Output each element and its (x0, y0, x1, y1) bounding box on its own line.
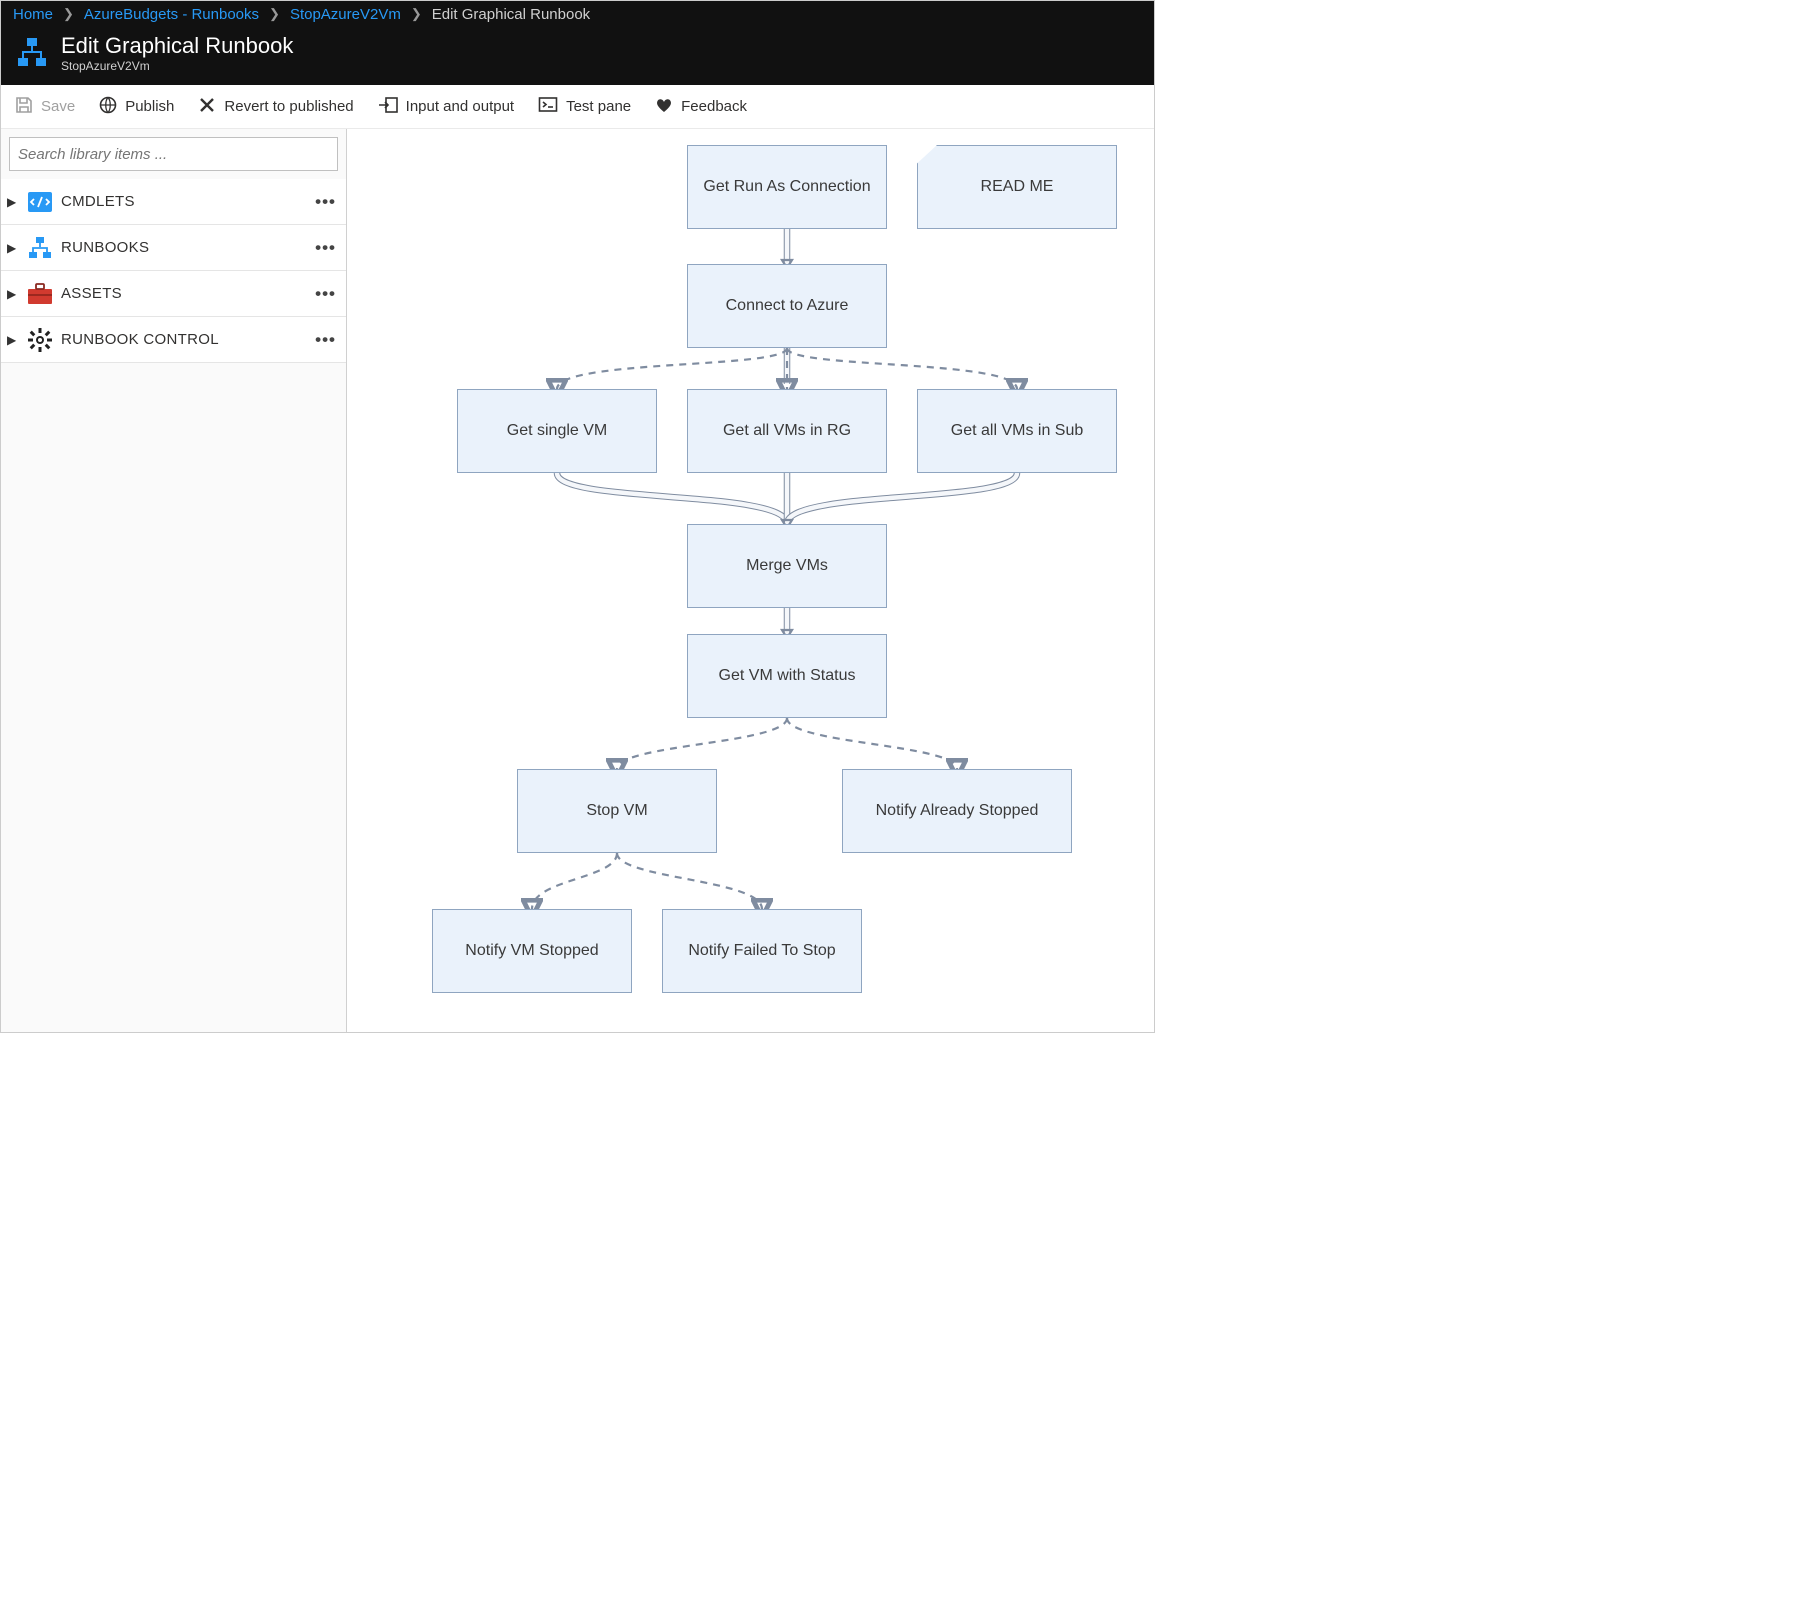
test-pane-button[interactable]: Test pane (538, 96, 631, 118)
sidebar-item-label: RUNBOOK CONTROL (61, 331, 307, 348)
page-title: Edit Graphical Runbook (61, 33, 293, 59)
cmdlets-icon (27, 189, 53, 215)
node-get-all-vms-sub[interactable]: Get all VMs in Sub (917, 389, 1117, 473)
toolbar: Save Publish Revert to published Input a… (1, 85, 1154, 129)
node-merge-vms[interactable]: Merge VMs (687, 524, 887, 608)
sidebar-item-runbook-control[interactable]: ▶ RUNBOOK CONTROL ••• (1, 317, 346, 363)
node-notify-failed-to-stop[interactable]: Notify Failed To Stop (662, 909, 862, 993)
search-input[interactable] (9, 137, 338, 171)
node-readme[interactable]: READ ME (917, 145, 1117, 229)
title-block: Edit Graphical Runbook StopAzureV2Vm (61, 33, 293, 73)
close-icon (198, 96, 216, 118)
chevron-right-icon: ❯ (411, 6, 422, 22)
node-get-vm-with-status[interactable]: Get VM with Status (687, 634, 887, 718)
app-root: Home ❯ AzureBudgets - Runbooks ❯ StopAzu… (0, 0, 1155, 1033)
sidebar-item-label: ASSETS (61, 285, 307, 302)
runbook-icon (15, 36, 49, 70)
input-output-button[interactable]: Input and output (378, 96, 514, 118)
save-label: Save (41, 98, 75, 115)
chevron-right-icon: ▶ (7, 333, 19, 347)
node-get-run-as-connection[interactable]: Get Run As Connection (687, 145, 887, 229)
sidebar-item-label: CMDLETS (61, 193, 307, 210)
input-output-label: Input and output (406, 98, 514, 115)
chevron-right-icon: ❯ (63, 6, 74, 22)
feedback-button[interactable]: Feedback (655, 96, 747, 118)
save-button: Save (15, 96, 75, 118)
node-get-single-vm[interactable]: Get single VM (457, 389, 657, 473)
gear-icon (27, 327, 53, 353)
breadcrumb-home[interactable]: Home (13, 6, 53, 23)
runbooks-icon (27, 235, 53, 261)
globe-icon (99, 96, 117, 118)
page-header: Edit Graphical Runbook StopAzureV2Vm (1, 27, 1154, 85)
feedback-label: Feedback (681, 98, 747, 115)
breadcrumb-account[interactable]: AzureBudgets - Runbooks (84, 6, 259, 23)
sidebar-item-cmdlets[interactable]: ▶ CMDLETS ••• (1, 179, 346, 225)
publish-label: Publish (125, 98, 174, 115)
chevron-right-icon: ❯ (269, 6, 280, 22)
search-wrap (1, 129, 346, 179)
publish-button[interactable]: Publish (99, 96, 174, 118)
sidebar-item-runbooks[interactable]: ▶ RUNBOOKS ••• (1, 225, 346, 271)
heart-icon (655, 96, 673, 118)
chevron-right-icon: ▶ (7, 241, 19, 255)
save-icon (15, 96, 33, 118)
more-icon[interactable]: ••• (315, 192, 336, 212)
chevron-right-icon: ▶ (7, 195, 19, 209)
more-icon[interactable]: ••• (315, 238, 336, 258)
page-subtitle: StopAzureV2Vm (61, 59, 293, 73)
test-pane-label: Test pane (566, 98, 631, 115)
library-sidebar: ▶ CMDLETS ••• ▶ RUNBOOKS ••• ▶ (1, 129, 347, 1032)
input-output-icon (378, 96, 398, 118)
revert-button[interactable]: Revert to published (198, 96, 353, 118)
assets-icon (27, 281, 53, 307)
node-notify-vm-stopped[interactable]: Notify VM Stopped (432, 909, 632, 993)
node-connect-to-azure[interactable]: Connect to Azure (687, 264, 887, 348)
breadcrumb-runbook[interactable]: StopAzureV2Vm (290, 6, 401, 23)
more-icon[interactable]: ••• (315, 284, 336, 304)
breadcrumb-current: Edit Graphical Runbook (432, 6, 590, 23)
node-stop-vm[interactable]: Stop VM (517, 769, 717, 853)
body: ▶ CMDLETS ••• ▶ RUNBOOKS ••• ▶ (1, 129, 1154, 1032)
chevron-right-icon: ▶ (7, 287, 19, 301)
test-pane-icon (538, 96, 558, 118)
breadcrumb: Home ❯ AzureBudgets - Runbooks ❯ StopAzu… (1, 1, 1154, 27)
sidebar-item-assets[interactable]: ▶ ASSETS ••• (1, 271, 346, 317)
sidebar-item-label: RUNBOOKS (61, 239, 307, 256)
revert-label: Revert to published (224, 98, 353, 115)
more-icon[interactable]: ••• (315, 330, 336, 350)
node-get-all-vms-rg[interactable]: Get all VMs in RG (687, 389, 887, 473)
graphical-canvas[interactable]: Get Run As Connection READ ME Connect to… (347, 129, 1154, 1032)
node-notify-already-stopped[interactable]: Notify Already Stopped (842, 769, 1072, 853)
